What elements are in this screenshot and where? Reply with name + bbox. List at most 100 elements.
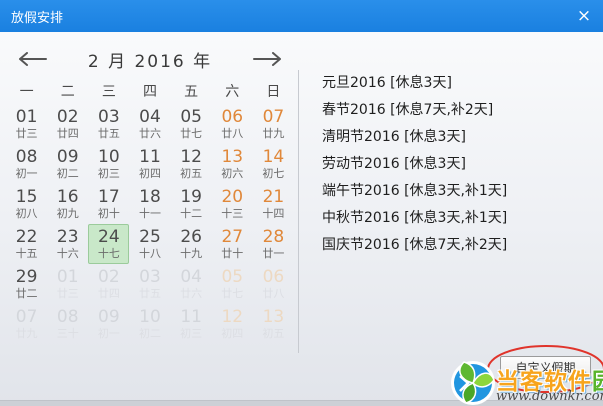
day-number: 13 bbox=[221, 147, 244, 167]
day-number: 29 bbox=[15, 267, 38, 287]
day-number: 27 bbox=[221, 227, 244, 247]
day-lunar-label: 廿三 bbox=[15, 127, 38, 140]
day-lunar-label: 初五 bbox=[180, 167, 203, 180]
day-lunar-label: 廿五 bbox=[97, 127, 120, 140]
day-cell[interactable]: 09 初一 bbox=[88, 304, 129, 344]
day-number: 10 bbox=[139, 307, 161, 327]
day-lunar-label: 十七 bbox=[97, 247, 120, 260]
day-number: 11 bbox=[139, 147, 161, 167]
day-cell[interactable]: 03 廿五 bbox=[88, 104, 129, 144]
day-number: 12 bbox=[221, 307, 244, 327]
day-lunar-label: 初一 bbox=[15, 167, 38, 180]
day-cell[interactable]: 15 初八 bbox=[6, 184, 47, 224]
day-lunar-label: 十二 bbox=[180, 207, 203, 220]
day-lunar-label: 廿六 bbox=[138, 127, 161, 140]
day-cell[interactable]: 10 初二 bbox=[129, 304, 170, 344]
day-lunar-label: 廿二 bbox=[15, 287, 38, 300]
weekday-label: 二 bbox=[60, 84, 75, 100]
day-cell[interactable]: 09 初二 bbox=[47, 144, 88, 184]
day-cell[interactable]: 13 初五 bbox=[253, 304, 294, 344]
weekday-header-row: 一二三四五六日 bbox=[6, 78, 294, 104]
day-cell[interactable]: 26 十九 bbox=[171, 224, 212, 264]
day-cell[interactable]: 08 三十 bbox=[47, 304, 88, 344]
day-cell[interactable]: 28 廿一 bbox=[253, 224, 294, 264]
weekday-label: 五 bbox=[184, 84, 199, 100]
day-number: 12 bbox=[180, 147, 202, 167]
window-title: 放假安排 bbox=[11, 10, 64, 26]
day-cell[interactable]: 01 廿三 bbox=[47, 264, 88, 304]
day-lunar-label: 初二 bbox=[138, 327, 161, 340]
weekday-label: 一 bbox=[19, 84, 34, 100]
day-cell[interactable]: 13 初六 bbox=[212, 144, 253, 184]
day-cell[interactable]: 02 廿四 bbox=[47, 104, 88, 144]
day-lunar-label: 初三 bbox=[97, 167, 120, 180]
day-cell[interactable]: 06 廿八 bbox=[212, 104, 253, 144]
day-cell[interactable]: 29 廿二 bbox=[6, 264, 47, 304]
day-lunar-label: 初五 bbox=[262, 327, 285, 340]
holiday-item[interactable]: 元旦2016 [休息3天] bbox=[322, 70, 507, 97]
day-lunar-label: 廿八 bbox=[221, 127, 244, 140]
day-cell[interactable]: 14 初七 bbox=[253, 144, 294, 184]
day-number: 25 bbox=[139, 227, 161, 247]
day-number: 21 bbox=[262, 187, 285, 207]
vertical-divider bbox=[298, 70, 299, 353]
holiday-item[interactable]: 端午节2016 [休息3天,补1天] bbox=[322, 178, 507, 205]
day-cell[interactable]: 16 初九 bbox=[47, 184, 88, 224]
holiday-item[interactable]: 劳动节2016 [休息3天] bbox=[322, 151, 507, 178]
day-cell[interactable]: 05 廿七 bbox=[212, 264, 253, 304]
weekday-label: 六 bbox=[225, 84, 240, 100]
day-number: 20 bbox=[221, 187, 244, 207]
watermark: 当客软件园 www.downkr.com bbox=[450, 356, 603, 406]
day-cell[interactable]: 18 十一 bbox=[129, 184, 170, 224]
day-number: 26 bbox=[180, 227, 202, 247]
day-cell[interactable]: 11 初三 bbox=[171, 304, 212, 344]
day-cell[interactable]: 12 初五 bbox=[171, 144, 212, 184]
day-cell[interactable]: 08 初一 bbox=[6, 144, 47, 184]
close-icon[interactable]: × bbox=[565, 0, 603, 32]
day-cell[interactable]: 04 廿六 bbox=[129, 104, 170, 144]
day-number: 09 bbox=[98, 307, 120, 327]
day-cell[interactable]: 10 初三 bbox=[88, 144, 129, 184]
holiday-item[interactable]: 国庆节2016 [休息7天,补2天] bbox=[322, 232, 507, 259]
day-lunar-label: 廿五 bbox=[138, 287, 161, 300]
day-cell[interactable]: 05 廿七 bbox=[171, 104, 212, 144]
day-cell[interactable]: 07 廿九 bbox=[253, 104, 294, 144]
day-cell-today[interactable]: 24 十七 bbox=[88, 224, 130, 264]
day-cell[interactable]: 25 十八 bbox=[129, 224, 170, 264]
day-cell[interactable]: 04 廿六 bbox=[171, 264, 212, 304]
day-number: 18 bbox=[139, 187, 161, 207]
next-month-button[interactable] bbox=[250, 48, 284, 70]
day-number: 23 bbox=[56, 227, 79, 247]
day-number: 04 bbox=[180, 267, 202, 287]
day-cell[interactable]: 27 廿十 bbox=[212, 224, 253, 264]
day-cell[interactable]: 23 十六 bbox=[47, 224, 88, 264]
day-cell[interactable]: 01 廿三 bbox=[6, 104, 47, 144]
day-lunar-label: 初一 bbox=[97, 327, 120, 340]
holiday-item[interactable]: 中秋节2016 [休息3天,补1天] bbox=[322, 205, 507, 232]
day-number: 07 bbox=[15, 307, 38, 327]
day-lunar-label: 廿九 bbox=[262, 127, 285, 140]
day-cell[interactable]: 17 初十 bbox=[88, 184, 129, 224]
day-cell[interactable]: 06 廿八 bbox=[253, 264, 294, 304]
prev-month-button[interactable] bbox=[16, 48, 50, 70]
day-number: 28 bbox=[262, 227, 285, 247]
day-lunar-label: 初三 bbox=[180, 327, 203, 340]
day-cell[interactable]: 03 廿五 bbox=[129, 264, 170, 304]
day-cell[interactable]: 22 十五 bbox=[6, 224, 47, 264]
day-cell[interactable]: 20 十三 bbox=[212, 184, 253, 224]
day-cell[interactable]: 11 初四 bbox=[129, 144, 170, 184]
day-cell[interactable]: 12 初四 bbox=[212, 304, 253, 344]
day-cell[interactable]: 07 廿九 bbox=[6, 304, 47, 344]
calendar-panel: 2 月 2016 年 一二三四五六日 01 廿三 02 廿四 03 廿五 04 廿六 05 廿七 0… bbox=[6, 38, 294, 344]
day-cell[interactable]: 21 十四 bbox=[253, 184, 294, 224]
day-number: 10 bbox=[98, 147, 120, 167]
day-number: 07 bbox=[262, 107, 285, 127]
day-cell[interactable]: 19 十二 bbox=[171, 184, 212, 224]
downkr-swirl-logo bbox=[451, 361, 495, 405]
holiday-item[interactable]: 清明节2016 [休息3天] bbox=[322, 124, 507, 151]
day-lunar-label: 十一 bbox=[138, 207, 161, 220]
day-number: 15 bbox=[15, 187, 38, 207]
day-cell[interactable]: 02 廿四 bbox=[88, 264, 129, 304]
holiday-item[interactable]: 春节2016 [休息7天,补2天] bbox=[322, 97, 507, 124]
day-number: 02 bbox=[56, 107, 79, 127]
